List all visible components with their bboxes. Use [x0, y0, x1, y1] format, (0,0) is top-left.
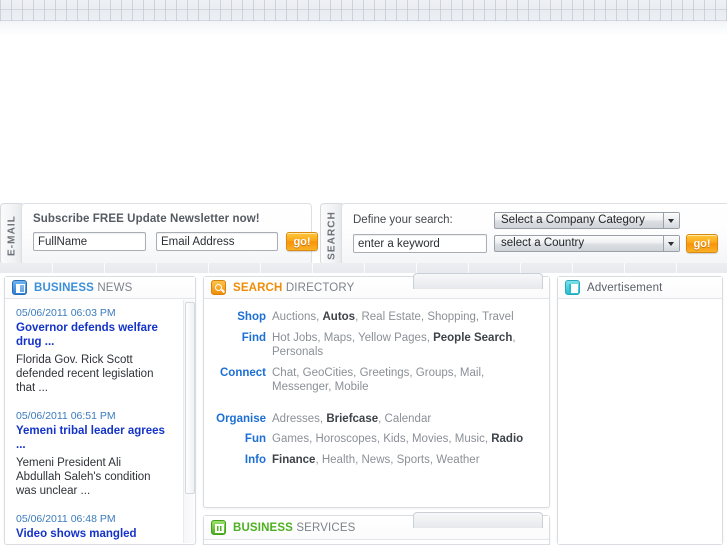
top-texture-band	[0, 0, 727, 21]
directory-value[interactable]: Chat, GeoCities, Greetings, Groups, Mail…	[272, 366, 539, 395]
directory-row: Info Finance, Health, News, Sports, Weat…	[204, 453, 539, 468]
chevron-down-icon[interactable]	[663, 213, 679, 228]
directory-value[interactable]: Adresses, Briefcase, Calendar	[272, 412, 431, 427]
business-services-title-strong: BUSINESS	[233, 522, 293, 534]
directory-key[interactable]: Shop	[204, 310, 272, 325]
list-item[interactable]: 05/06/2011 06:03 PM Governor defends wel…	[5, 307, 177, 395]
advertisement-title: Advertisement	[587, 282, 663, 294]
forms-strip: E-MAIL Subscribe FREE Update Newsletter …	[0, 203, 727, 265]
search-form-label: Define your search:	[353, 214, 453, 226]
business-services-title-light: SERVICES	[293, 522, 356, 534]
directory-value[interactable]: Finance, Health, News, Sports, Weather	[272, 453, 480, 468]
fullname-input[interactable]	[33, 232, 146, 251]
directory-row: Connect Chat, GeoCities, Greetings, Grou…	[204, 366, 539, 395]
news-scrollbar[interactable]	[183, 300, 195, 543]
directory-row: Organise Adresses, Briefcase, Calendar	[204, 412, 539, 427]
business-news-body: 05/06/2011 06:03 PM Governor defends wel…	[5, 299, 195, 544]
search-icon	[211, 280, 226, 295]
directory-row: Fun Games, Horoscopes, Kids, Movies, Mus…	[204, 432, 539, 447]
business-services-title: BUSINESS SERVICES	[233, 522, 356, 534]
page-root: E-MAIL Subscribe FREE Update Newsletter …	[0, 0, 727, 545]
search-directory-panel: SEARCH DIRECTORY Shop Auctions, Autos, R…	[203, 273, 550, 508]
directory-header-tab-nub[interactable]	[413, 273, 543, 289]
directory-row: Find Hot Jobs, Maps, Yellow Pages, Peopl…	[204, 331, 539, 360]
directory-value[interactable]: Hot Jobs, Maps, Yellow Pages, People Sea…	[272, 331, 539, 360]
company-category-select[interactable]: Select a Company Category	[494, 212, 680, 229]
email-section-rail: E-MAIL	[0, 203, 22, 265]
newsletter-go-label: go!	[293, 236, 311, 248]
newsletter-go-button[interactable]: go!	[286, 232, 318, 251]
newsletter-title: Subscribe FREE Update Newsletter now!	[33, 213, 260, 225]
business-news-panel: BUSINESS NEWS 05/06/2011 06:03 PM Govern…	[4, 276, 196, 545]
search-form: Define your search: Select a Company Cat…	[341, 203, 727, 265]
news-headline[interactable]: Video shows mangled	[16, 528, 167, 542]
list-item[interactable]: 05/06/2011 06:51 PM Yemeni tribal leader…	[5, 410, 177, 498]
news-scrollbar-thumb[interactable]	[185, 302, 195, 494]
business-news-header: BUSINESS NEWS	[5, 277, 195, 299]
directory-value[interactable]: Auctions, Autos, Real Estate, Shopping, …	[272, 310, 514, 325]
advertisement-body	[558, 299, 722, 544]
business-news-title-light: NEWS	[94, 282, 133, 294]
advertisement-header: Advertisement	[558, 277, 722, 299]
search-go-label: go!	[693, 238, 711, 250]
directory-key[interactable]: Find	[204, 331, 272, 360]
directory-key[interactable]: Info	[204, 453, 272, 468]
list-item[interactable]: 05/06/2011 06:48 PM Video shows mangled	[5, 513, 177, 542]
search-directory-title-light: DIRECTORY	[282, 282, 355, 294]
newsletter-form: Subscribe FREE Update Newsletter now! go…	[21, 203, 318, 265]
search-section-rail: SEARCH	[320, 203, 342, 265]
news-summary: Florida Gov. Rick Scott defended recent …	[16, 354, 154, 394]
advertisement-icon	[565, 280, 580, 295]
news-date: 05/06/2011 06:03 PM	[16, 307, 116, 319]
search-directory-title: SEARCH DIRECTORY	[233, 282, 354, 294]
directory-value[interactable]: Games, Horoscopes, Kids, Movies, Music, …	[272, 432, 523, 447]
business-news-title-strong: BUSINESS	[34, 282, 94, 294]
chevron-down-icon[interactable]	[663, 236, 679, 251]
directory-key[interactable]: Organise	[204, 412, 272, 427]
news-list: 05/06/2011 06:03 PM Governor defends wel…	[5, 299, 177, 544]
directory-row: Shop Auctions, Autos, Real Estate, Shopp…	[204, 310, 539, 325]
directory-body: Shop Auctions, Autos, Real Estate, Shopp…	[204, 299, 549, 483]
country-select[interactable]: select a Country	[494, 235, 680, 252]
directory-key[interactable]: Connect	[204, 366, 272, 395]
directory-key[interactable]: Fun	[204, 432, 272, 447]
segment-rail	[0, 263, 727, 273]
company-category-value: Select a Company Category	[501, 214, 645, 226]
search-go-button[interactable]: go!	[686, 234, 718, 253]
country-value: select a Country	[501, 237, 585, 249]
search-directory-header: SEARCH DIRECTORY	[204, 273, 549, 299]
search-rail-label: SEARCH	[326, 211, 338, 260]
advertisement-panel: Advertisement	[557, 276, 723, 545]
top-band-fade	[0, 21, 727, 37]
business-news-title: BUSINESS NEWS	[34, 282, 132, 294]
news-headline[interactable]: Yemeni tribal leader agrees ...	[16, 425, 167, 452]
email-rail-label: E-MAIL	[6, 214, 18, 257]
business-icon	[211, 520, 226, 535]
email-address-input[interactable]	[156, 232, 278, 251]
search-directory-title-strong: SEARCH	[233, 282, 283, 294]
news-date: 05/06/2011 06:48 PM	[16, 513, 116, 525]
news-headline[interactable]: Governor defends welfare drug ...	[16, 322, 167, 349]
news-icon	[12, 280, 27, 295]
keyword-input[interactable]	[353, 234, 487, 253]
news-date: 05/06/2011 06:51 PM	[16, 410, 116, 422]
news-summary: Yemeni President Ali Abdullah Saleh's co…	[16, 457, 151, 497]
